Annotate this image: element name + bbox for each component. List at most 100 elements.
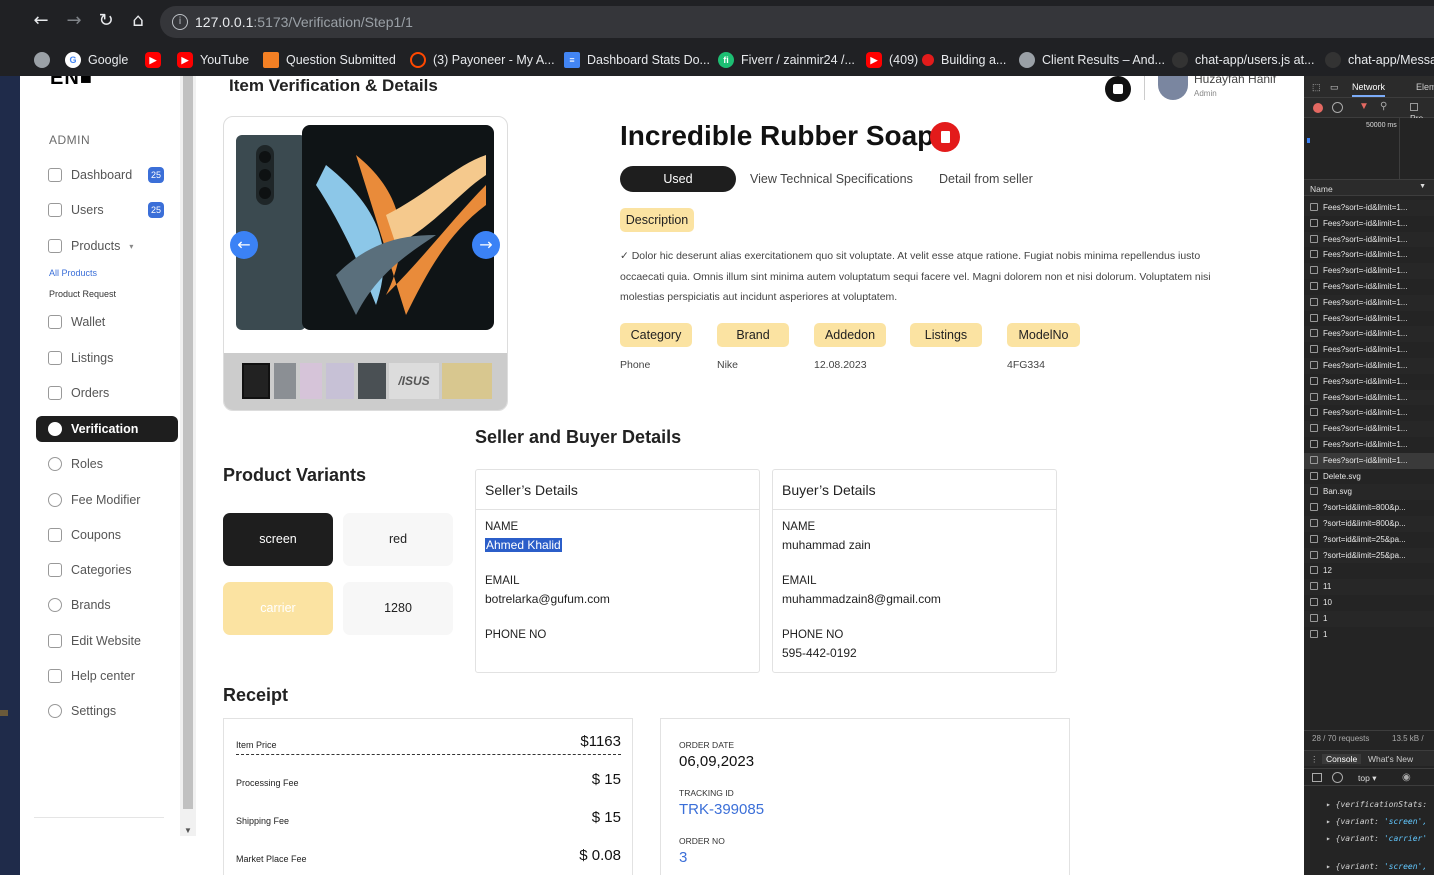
thumbnail[interactable]: [274, 363, 296, 399]
request-row[interactable]: ?sort=id&limit=25&pa...: [1304, 532, 1434, 548]
request-row[interactable]: Fees?sort=-id&limit=1...: [1304, 389, 1434, 406]
previous-image-button[interactable]: ←: [230, 231, 258, 259]
sidebar-item-listings[interactable]: Listings: [36, 345, 178, 371]
request-checkbox[interactable]: [1310, 487, 1318, 496]
request-row[interactable]: 1: [1304, 627, 1434, 643]
network-timeline[interactable]: 50000 ms: [1304, 118, 1434, 180]
variant-chip[interactable]: 1280: [343, 582, 453, 635]
tab-used[interactable]: Used: [620, 166, 736, 192]
request-checkbox[interactable]: [1310, 440, 1318, 448]
request-checkbox[interactable]: [1310, 218, 1318, 227]
request-checkbox[interactable]: [1310, 313, 1318, 322]
apps-icon[interactable]: [34, 50, 50, 70]
request-row[interactable]: Fees?sort=-id&limit=1...: [1304, 326, 1434, 343]
request-checkbox[interactable]: [1310, 376, 1318, 385]
request-row[interactable]: Fees?sort=-id&limit=1...: [1304, 374, 1434, 390]
sidebar-item-edit-website[interactable]: Edit Website: [36, 628, 178, 654]
request-checkbox[interactable]: [1310, 503, 1318, 512]
request-checkbox[interactable]: [1310, 613, 1318, 622]
clear-icon[interactable]: [1332, 102, 1343, 113]
reload-icon[interactable]: ↻: [95, 10, 117, 32]
notification-button[interactable]: [1105, 76, 1131, 102]
variant-chip[interactable]: carrier: [223, 582, 333, 635]
request-row[interactable]: Fees?sort=-id&limit=1...: [1304, 452, 1434, 469]
request-checkbox[interactable]: [1310, 266, 1318, 275]
bookmark-youtube-409[interactable]: ▶ (409): [866, 50, 918, 70]
home-icon[interactable]: ⌂: [127, 10, 149, 32]
bookmark-question-submitted[interactable]: Question Submitted: [263, 50, 396, 70]
bookmark-payoneer[interactable]: (3) Payoneer - My A...: [410, 50, 555, 70]
thumbnail[interactable]: [326, 363, 354, 399]
record-icon[interactable]: [1313, 103, 1323, 113]
request-row[interactable]: ?sort=id&limit=800&p...: [1304, 516, 1434, 532]
bookmark-chat-app-users[interactable]: chat-app/users.js at...: [1172, 50, 1315, 70]
sidebar-item-orders[interactable]: Orders: [36, 380, 178, 406]
tab-network[interactable]: Network: [1352, 82, 1386, 97]
tracking-id[interactable]: TRK-399085: [679, 801, 764, 818]
sidebar-item-users[interactable]: Users 25: [36, 197, 178, 223]
sidebar-item-categories[interactable]: Categories: [36, 557, 178, 583]
request-row[interactable]: Fees?sort=-id&limit=1...: [1304, 263, 1434, 279]
avatar[interactable]: [1158, 76, 1188, 100]
tab-whats-new[interactable]: What's New: [1368, 754, 1413, 764]
bookmark-fiverr[interactable]: fi Fiverr / zainmir24 /...: [718, 50, 855, 70]
sidebar-item-fee-modifier[interactable]: Fee Modifier: [36, 487, 178, 513]
bookmark-dashboard-stats[interactable]: ≡ Dashboard Stats Do...: [564, 50, 710, 70]
device-toggle-icon[interactable]: ▭: [1330, 82, 1339, 93]
console-line[interactable]: ▸ {variant: 'screen',: [1326, 862, 1427, 871]
sidebar-scrollbar[interactable]: ▼: [180, 76, 196, 836]
sidebar-item-wallet[interactable]: Wallet: [36, 309, 178, 335]
name-column-header[interactable]: Name ▼: [1304, 180, 1434, 196]
request-checkbox[interactable]: [1310, 424, 1318, 433]
request-checkbox[interactable]: [1310, 598, 1318, 606]
tab-technical-specifications[interactable]: View Technical Specifications: [750, 166, 913, 192]
request-row[interactable]: Fees?sort=-id&limit=1...: [1304, 342, 1434, 358]
tab-detail-from-seller[interactable]: Detail from seller: [939, 166, 1033, 192]
request-checkbox[interactable]: [1310, 519, 1318, 527]
request-checkbox[interactable]: [1310, 203, 1318, 211]
bookmark-client-results[interactable]: Client Results – And...: [1019, 50, 1165, 70]
sidebar-toggle-icon[interactable]: [1312, 773, 1322, 782]
search-icon[interactable]: ⚲: [1380, 101, 1387, 112]
thumbnail[interactable]: /ISUS: [389, 363, 439, 399]
request-checkbox[interactable]: [1310, 566, 1318, 575]
delete-button[interactable]: [930, 122, 960, 152]
filter-icon[interactable]: ▼: [1359, 101, 1369, 112]
scroll-down-arrow-icon[interactable]: ▼: [184, 826, 192, 835]
request-row[interactable]: ?sort=id&limit=800&p...: [1304, 500, 1434, 516]
request-checkbox[interactable]: [1310, 550, 1318, 559]
request-checkbox[interactable]: [1310, 408, 1318, 417]
bookmark-youtube[interactable]: ▶ YouTube: [177, 50, 249, 70]
request-checkbox[interactable]: [1310, 329, 1318, 338]
thumbnail[interactable]: [442, 363, 492, 399]
sidebar-item-verification[interactable]: Verification: [36, 416, 178, 442]
request-row[interactable]: 11: [1304, 579, 1434, 595]
request-checkbox[interactable]: [1310, 361, 1318, 369]
request-row[interactable]: 10: [1304, 595, 1434, 611]
request-checkbox[interactable]: [1310, 297, 1318, 306]
request-checkbox[interactable]: [1310, 534, 1318, 543]
request-row[interactable]: Fees?sort=-id&limit=1...: [1304, 279, 1434, 295]
sidebar-sub-all-products[interactable]: All Products: [49, 268, 97, 278]
sidebar-sub-product-request[interactable]: Product Request: [49, 289, 116, 299]
tab-elements[interactable]: Elem: [1416, 82, 1434, 92]
request-row[interactable]: Fees?sort=-id&limit=1...: [1304, 231, 1434, 248]
sidebar-item-dashboard[interactable]: Dashboard 25: [36, 162, 178, 188]
sidebar-item-roles[interactable]: Roles: [36, 451, 178, 477]
request-row[interactable]: Fees?sort=-id&limit=1...: [1304, 437, 1434, 453]
request-row[interactable]: Fees?sort=-id&limit=1...: [1304, 311, 1434, 327]
url-text[interactable]: 127.0.0.1:5173/Verification/Step1/1: [195, 14, 413, 30]
request-checkbox[interactable]: [1310, 629, 1318, 638]
request-row[interactable]: ?sort=id&limit=25&pa...: [1304, 547, 1434, 564]
request-row[interactable]: Fees?sort=-id&limit=1...: [1304, 358, 1434, 374]
request-checkbox[interactable]: [1310, 345, 1318, 354]
request-row[interactable]: Ban.svg: [1304, 484, 1434, 501]
console-line[interactable]: ▸ {verificationStats:: [1326, 800, 1427, 809]
clear-console-icon[interactable]: [1332, 772, 1343, 783]
next-image-button[interactable]: →: [472, 231, 500, 259]
console-line[interactable]: ▸ {variant: 'carrier': [1326, 834, 1427, 843]
request-row[interactable]: Fees?sort=-id&limit=1...: [1304, 294, 1434, 311]
back-arrow-icon[interactable]: ←: [30, 10, 52, 32]
sidebar-scroll-thumb[interactable]: [183, 76, 193, 809]
sidebar-item-settings[interactable]: Settings: [36, 698, 178, 724]
